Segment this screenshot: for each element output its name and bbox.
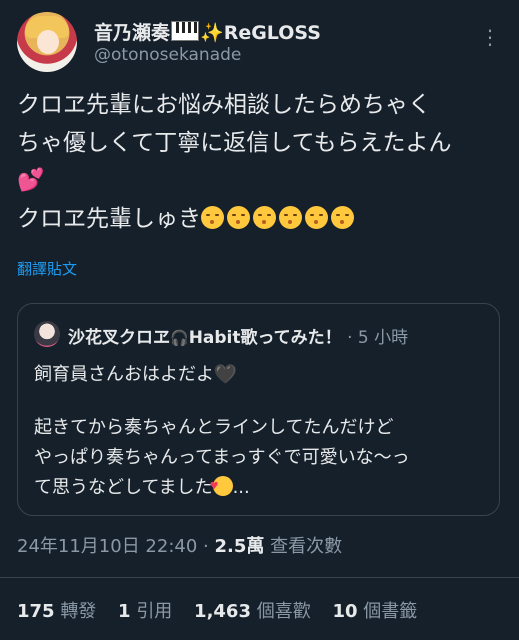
tweet-line-4: クロヱ先輩しゅき <box>17 200 503 238</box>
like-stat[interactable]: 1,463 個喜歡 <box>194 601 327 622</box>
translate-post-link[interactable]: 翻譯貼文 <box>17 258 77 279</box>
view-count: 2.5萬 <box>214 536 265 557</box>
quote-ellipsis: ... <box>232 477 250 498</box>
two-hearts-icon: 💕 <box>17 168 45 193</box>
kissing-face-icon <box>305 206 328 229</box>
like-label: 個喜歡 <box>256 601 311 622</box>
quote-line-3: やっぱり奏ちゃんってまっすぐで可愛いな〜っ <box>34 447 410 468</box>
like-count: 1,463 <box>194 601 251 622</box>
tweet-line-2: ちゃ優しくて丁寧に返信してもらえたよん <box>17 130 452 156</box>
quote-line-4: て思うなどしてました... <box>34 472 485 503</box>
quote-line-2: 起きてから奏ちゃんとラインしてたんだけど <box>34 417 394 438</box>
engagement-stats: 175 轉發 1 引用 1,463 個喜歡 10 個書籤 <box>17 597 433 623</box>
quoted-tweet[interactable]: 沙花叉クロヱ🎧Habit歌ってみた！ · 5 小時 飼育員さんおはよだよ🖤 起き… <box>17 303 500 516</box>
kissing-face-icon <box>227 206 250 229</box>
author-name[interactable]: 音乃瀬奏 ✨ReGLOSS <box>94 18 321 45</box>
author-name-main: 音乃瀬奏 <box>94 22 171 44</box>
kissing-face-icon <box>201 206 224 229</box>
retweet-stat[interactable]: 175 轉發 <box>17 601 112 622</box>
divider <box>0 577 519 578</box>
quote-author-avatar[interactable] <box>34 321 60 347</box>
tweet-meta: 24年11月10日 22:40 · 2.5萬 查看次數 <box>17 532 342 558</box>
kissing-face-icon <box>331 206 354 229</box>
author-name-suffix: ReGLOSS <box>223 22 321 44</box>
retweet-count: 175 <box>17 601 55 622</box>
quote-line-1: 飼育員さんおはよだよ🖤 <box>34 360 485 390</box>
author-handle[interactable]: @otonosekanade <box>94 45 241 65</box>
quote-author-name-tail: Habit歌ってみた！ <box>188 328 342 348</box>
sparkles-icon: ✨ <box>200 22 224 44</box>
quote-text: 飼育員さんおはよだよ🖤 起きてから奏ちゃんとラインしてたんだけど やっぱり奏ちゃ… <box>34 360 485 503</box>
bookmark-stat[interactable]: 10 個書籤 <box>332 601 433 622</box>
tweet-header: 音乃瀬奏 ✨ReGLOSS @otonosekanade ⋮ <box>17 12 505 72</box>
quote-label: 引用 <box>136 601 173 622</box>
kissing-face-icon <box>253 206 276 229</box>
kissing-face-icon <box>279 206 302 229</box>
tweet-line-4-text: クロヱ先輩しゅき <box>17 206 201 232</box>
quote-author-name[interactable]: 沙花叉クロヱ🎧Habit歌ってみた！ · 5 小時 <box>68 323 408 348</box>
tweet-datetime[interactable]: 24年11月10日 22:40 · <box>17 536 214 557</box>
bookmark-label: 個書籤 <box>363 601 418 622</box>
quote-timestamp[interactable]: · 5 小時 <box>342 328 408 348</box>
piano-icon <box>171 21 200 41</box>
quote-line-4-text: て思うなどしてました <box>34 477 213 498</box>
avatar-face <box>37 30 59 54</box>
bookmark-count: 10 <box>332 601 358 622</box>
headphones-icon: 🎧 <box>170 329 189 347</box>
smiling-face-with-hearts-icon <box>210 472 233 502</box>
quote-line-1-text: 飼育員さんおはよだよ <box>34 364 214 385</box>
view-count-label: 查看次數 <box>264 536 343 557</box>
quote-author-name-main: 沙花叉クロヱ <box>68 328 170 348</box>
black-heart-icon: 🖤 <box>214 364 237 385</box>
tweet-text: クロヱ先輩にお悩み相談したらめちゃく ちゃ優しくて丁寧に返信してもらえたよん 💕… <box>17 86 503 238</box>
more-options-icon[interactable]: ⋮ <box>479 26 501 48</box>
quote-count: 1 <box>118 601 131 622</box>
tweet-line-1: クロヱ先輩にお悩み相談したらめちゃく <box>17 92 431 118</box>
quote-spacer <box>34 390 485 413</box>
retweet-label: 轉發 <box>60 601 97 622</box>
author-avatar[interactable] <box>17 12 77 72</box>
quote-stat[interactable]: 1 引用 <box>118 601 188 622</box>
